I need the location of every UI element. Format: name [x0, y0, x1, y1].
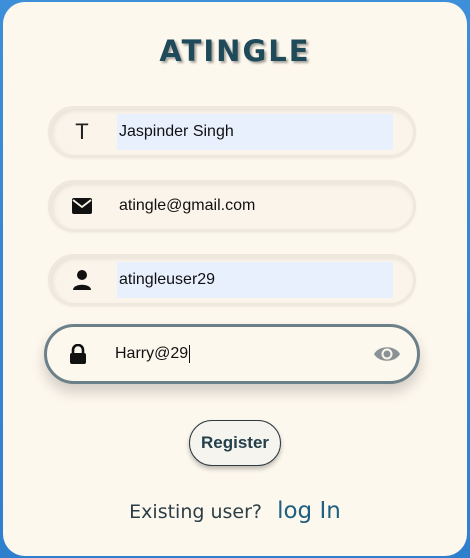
register-button[interactable]: Register [189, 420, 281, 466]
username-input[interactable]: atingleuser29 [117, 262, 393, 298]
register-card: ATINGLE T Jaspinder Singh atingle@gmail.… [3, 2, 467, 556]
lock-icon [67, 343, 89, 365]
text-caret [189, 344, 191, 363]
email-field[interactable]: atingle@gmail.com [48, 180, 416, 232]
brand-title: ATINGLE [159, 34, 311, 68]
name-field[interactable]: T Jaspinder Singh [48, 106, 416, 158]
email-input[interactable]: atingle@gmail.com [117, 188, 377, 224]
envelope-icon [71, 195, 93, 217]
text-t-icon: T [75, 119, 89, 144]
password-field[interactable]: Harry@29 [44, 324, 420, 384]
eye-icon[interactable] [373, 344, 401, 364]
username-field[interactable]: atingleuser29 [48, 254, 416, 306]
login-link[interactable]: log In [277, 498, 341, 524]
existing-user-text: Existing user? [129, 501, 262, 523]
name-input[interactable]: Jaspinder Singh [117, 114, 393, 150]
login-prompt: Existing user? log In [3, 498, 467, 524]
password-input[interactable]: Harry@29 [113, 336, 373, 372]
user-icon [71, 269, 93, 291]
